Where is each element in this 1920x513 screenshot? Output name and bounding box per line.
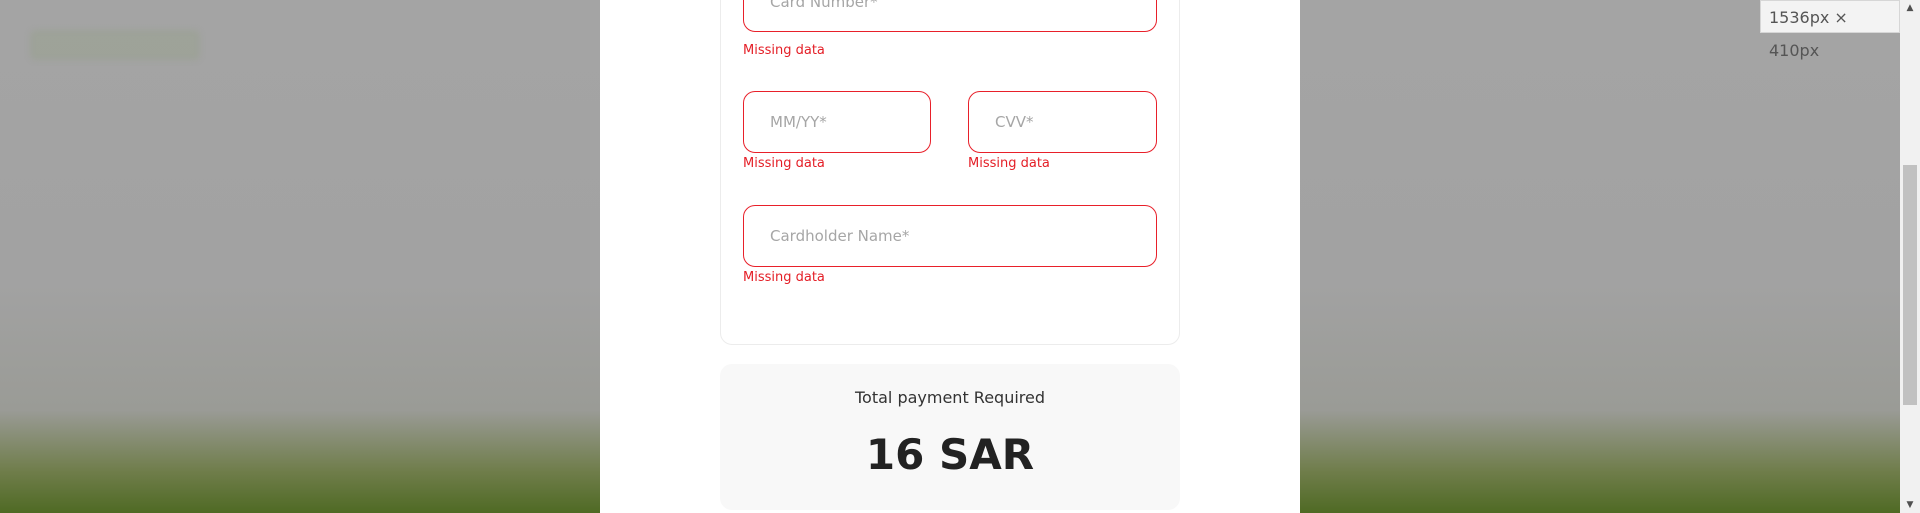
cvv-field[interactable] — [968, 91, 1157, 153]
card-number-input[interactable] — [744, 0, 1156, 31]
cardholder-name-field[interactable] — [743, 205, 1157, 267]
expiry-input[interactable] — [744, 92, 930, 152]
card-form: Missing data Missing data Missing data M… — [720, 0, 1180, 345]
cardholder-name-error: Missing data — [743, 270, 825, 285]
card-number-field[interactable] — [743, 0, 1157, 32]
payment-modal: Missing data Missing data Missing data M… — [600, 0, 1300, 513]
total-payment-box: Total payment Required 16 SAR — [720, 364, 1180, 510]
blurred-logo — [30, 30, 200, 60]
cvv-error: Missing data — [968, 156, 1050, 171]
scroll-down-icon[interactable]: ▼ — [1900, 497, 1920, 513]
total-payment-label: Total payment Required — [854, 388, 1046, 407]
card-number-error: Missing data — [743, 43, 825, 58]
total-payment-amount: 16 SAR — [865, 430, 1035, 479]
scroll-up-icon[interactable]: ▲ — [1900, 0, 1920, 16]
expiry-error: Missing data — [743, 156, 825, 171]
cardholder-name-input[interactable] — [744, 206, 1156, 266]
cvv-input[interactable] — [969, 92, 1156, 152]
scrollbar-thumb[interactable] — [1903, 165, 1917, 405]
viewport-size-indicator: 1536px × 410px — [1760, 0, 1900, 60]
expiry-field[interactable] — [743, 91, 931, 153]
vertical-scrollbar[interactable]: ▲ ▼ — [1900, 0, 1920, 513]
